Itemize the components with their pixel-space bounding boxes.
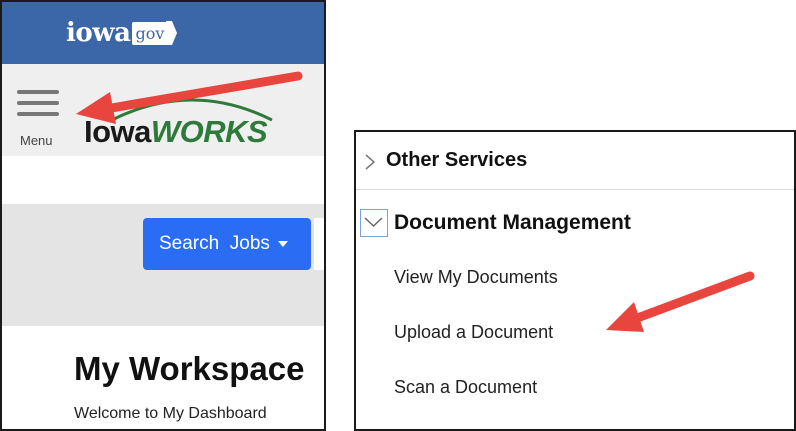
- chevron-right-icon: [365, 154, 376, 170]
- logo-part-iowa: Iowa: [84, 114, 151, 149]
- upload-a-document-link[interactable]: Upload a Document: [394, 322, 553, 343]
- page-subtitle: Welcome to My Dashboard: [74, 405, 267, 422]
- gov-logo-suffix: gov: [132, 21, 169, 45]
- left-screenshot-panel: iowa gov Menu IowaWORKS Search Jobs My W…: [0, 0, 326, 431]
- iowaworks-logo[interactable]: IowaWORKS: [84, 114, 268, 150]
- search-input-edge[interactable]: [314, 218, 324, 270]
- other-services-label: Other Services: [386, 149, 528, 171]
- hamburger-menu-icon: [17, 90, 59, 94]
- chevron-down-icon: [360, 209, 388, 237]
- document-management-label: Document Management: [394, 211, 631, 234]
- nav-item-document-management[interactable]: Document Management: [356, 207, 794, 243]
- right-screenshot-panel: Other Services Document Management View …: [354, 130, 796, 431]
- gov-logo-main: iowa: [66, 18, 131, 48]
- view-my-documents-link[interactable]: View My Documents: [394, 267, 558, 288]
- menu-label: Menu: [20, 133, 53, 148]
- page-title: My Workspace: [74, 350, 305, 387]
- scan-a-document-link[interactable]: Scan a Document: [394, 377, 537, 398]
- hamburger-bar: [17, 112, 59, 116]
- hamburger-bar: [17, 101, 59, 105]
- nav-item-other-services[interactable]: Other Services: [356, 132, 794, 190]
- spacer: [2, 156, 324, 204]
- state-shape-icon: [166, 21, 178, 45]
- caret-down-icon: [277, 241, 288, 247]
- search-jobs-button[interactable]: Search Jobs: [143, 218, 311, 270]
- search-jobs-label: Search Jobs: [159, 233, 270, 254]
- iowa-gov-banner: iowa gov: [2, 2, 324, 64]
- logo-part-works: WORKS: [150, 114, 268, 149]
- iowa-gov-logo[interactable]: iowa gov: [66, 16, 178, 50]
